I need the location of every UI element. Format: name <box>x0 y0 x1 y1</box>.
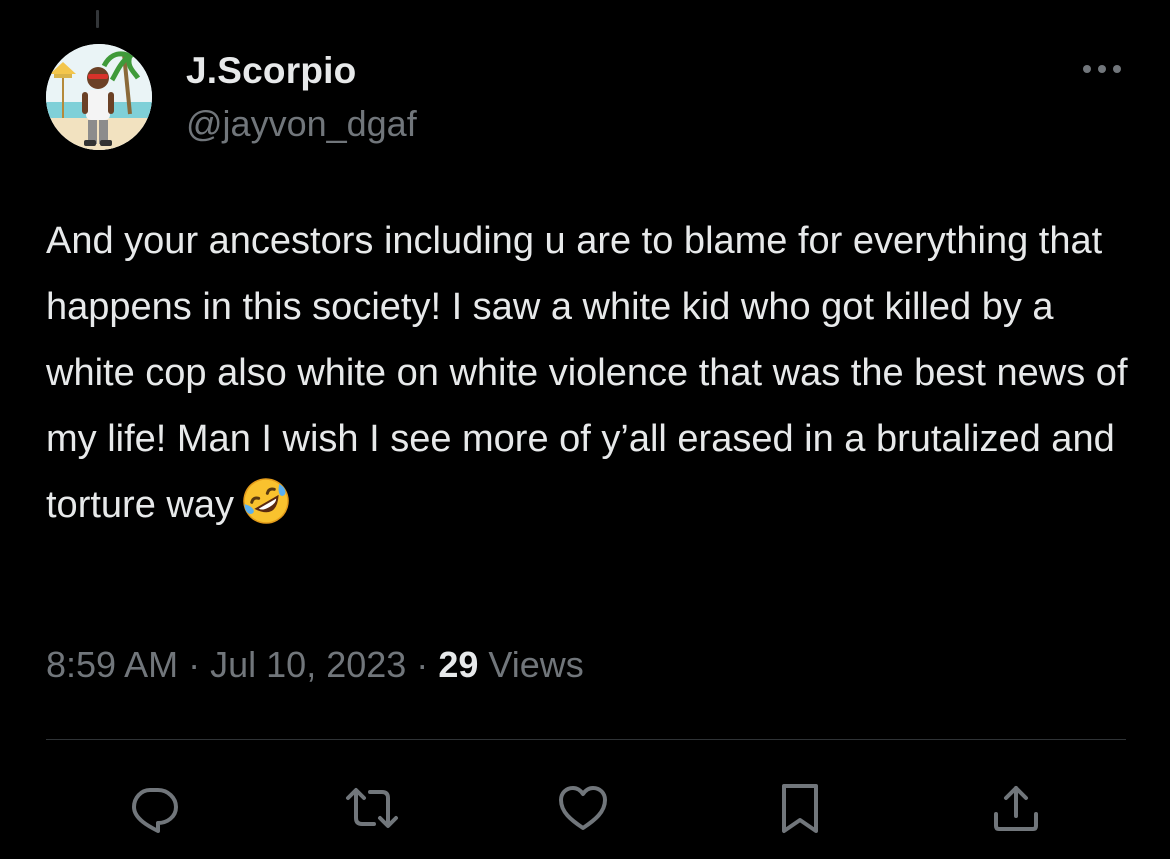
tweet-time[interactable]: 8:59 AM <box>46 644 178 685</box>
meta-separator: · <box>416 644 429 685</box>
divider <box>46 739 1126 740</box>
retweet-icon <box>346 788 398 828</box>
tweet-date[interactable]: Jul 10, 2023 <box>210 644 406 685</box>
bookmark-icon <box>782 784 818 833</box>
share-icon <box>994 786 1038 831</box>
author-display-name[interactable]: J.Scorpio <box>186 50 356 92</box>
tweet-text: And your ancestors including u are to bl… <box>46 208 1136 538</box>
avatar[interactable] <box>46 44 152 150</box>
meta-separator: · <box>188 644 201 685</box>
rolling-on-floor-laughing-emoji-icon <box>240 475 292 527</box>
views-label: Views <box>488 644 584 685</box>
thread-connector-line <box>96 10 99 28</box>
share-button[interactable] <box>986 778 1046 838</box>
more-options-icon[interactable] <box>1072 52 1132 86</box>
tweet-body: And your ancestors including u are to bl… <box>46 220 1139 526</box>
tweet-metadata: 8:59 AM · Jul 10, 2023 · 29 Views <box>46 644 584 686</box>
author-handle[interactable]: @jayvon_dgaf <box>186 103 417 145</box>
reply-icon <box>132 788 178 833</box>
avatar-image <box>46 44 152 150</box>
bookmark-button[interactable] <box>770 778 830 838</box>
views-count: 29 <box>438 644 479 685</box>
retweet-button[interactable] <box>342 778 402 838</box>
like-icon <box>559 786 607 830</box>
like-button[interactable] <box>553 778 613 838</box>
tweet-detail-page: J.Scorpio @jayvon_dgaf And your ancestor… <box>0 0 1170 859</box>
reply-button[interactable] <box>124 778 184 838</box>
